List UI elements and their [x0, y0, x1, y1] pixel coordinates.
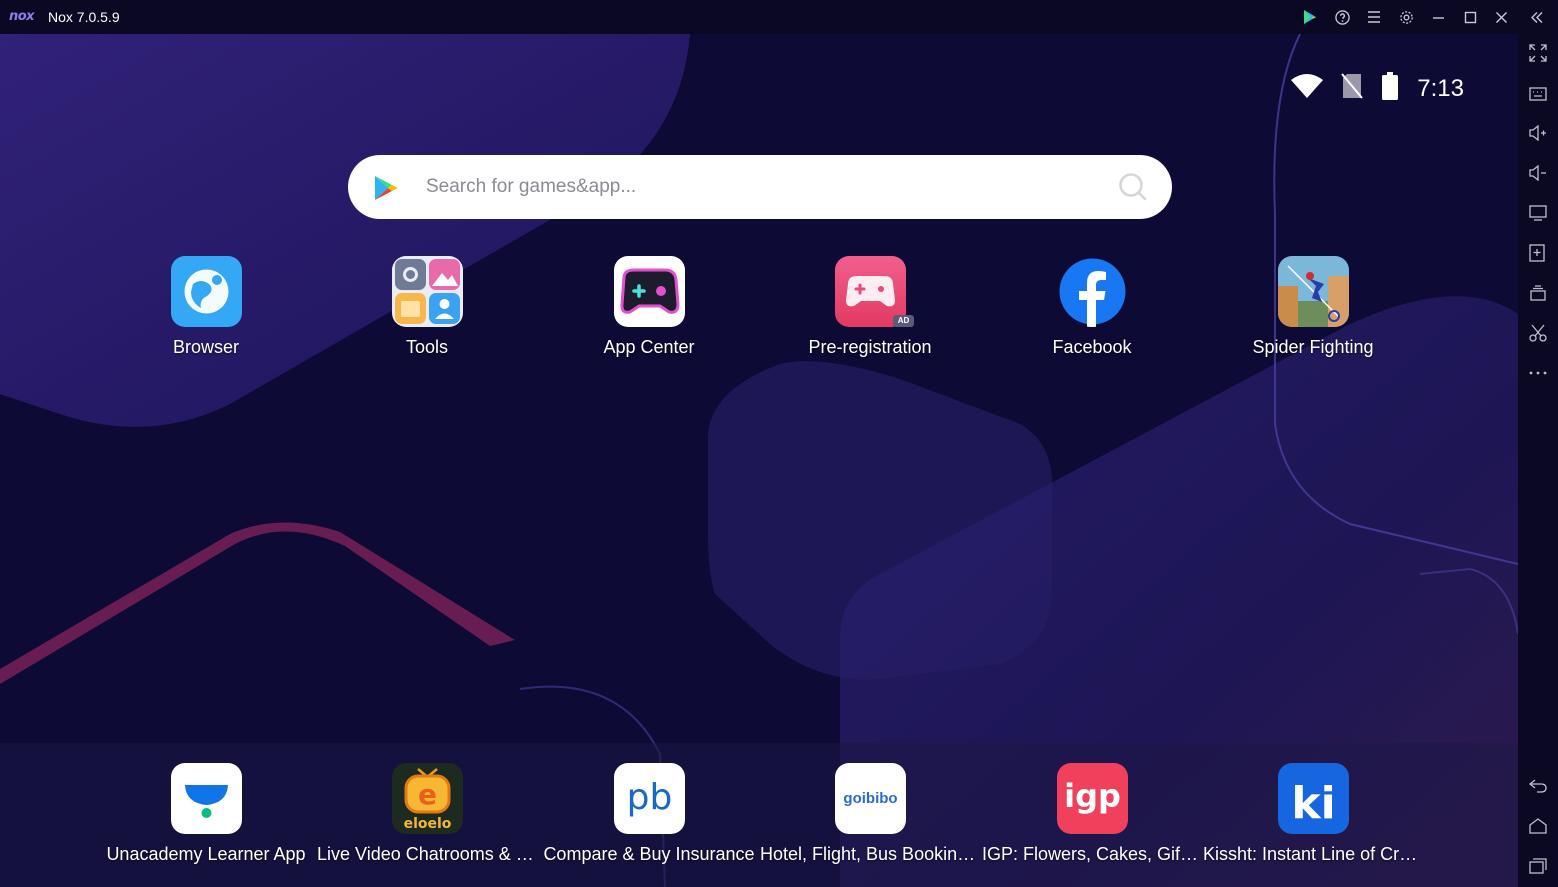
app-tools[interactable]: Tools: [317, 256, 537, 366]
no-sim-icon: [1341, 73, 1364, 104]
help-icon[interactable]: [1332, 7, 1352, 27]
app-label: Pre-registration: [808, 337, 932, 357]
status-bar: 7:13: [1291, 72, 1464, 105]
minimize-icon[interactable]: [1428, 7, 1448, 27]
search-icon[interactable]: [1118, 172, 1148, 202]
menu-icon[interactable]: [1364, 7, 1384, 27]
igp-icon[interactable]: igp: [1057, 763, 1128, 834]
spider-fighting-icon[interactable]: [1278, 256, 1349, 327]
recents-icon[interactable]: [1528, 856, 1548, 876]
goibibo-icon[interactable]: goibibo: [835, 763, 906, 834]
keyboard-icon[interactable]: [1528, 83, 1548, 103]
close-icon[interactable]: [1491, 7, 1511, 27]
screen-icon[interactable]: [1528, 203, 1548, 223]
svg-text:e: e: [418, 778, 437, 811]
play-store-icon[interactable]: [1300, 7, 1320, 27]
ad-badge: AD: [893, 315, 914, 327]
volume-up-icon[interactable]: [1528, 123, 1548, 143]
eloelo-icon-text: eloelo: [404, 816, 452, 832]
igp-icon-text: igp: [1064, 777, 1121, 815]
dock-app-goibibo[interactable]: goibibo Hotel, Flight, Bus Booking A..: [760, 763, 980, 873]
multi-instance-icon[interactable]: [1528, 283, 1548, 303]
app-app-center[interactable]: App Center: [539, 256, 759, 366]
kissht-icon-text: ki: [1291, 778, 1335, 829]
app-label: Live Video Chatrooms & Ga..: [317, 844, 537, 864]
home-icon[interactable]: [1528, 816, 1548, 836]
battery-icon: [1381, 72, 1399, 105]
collapse-sidebar-icon[interactable]: [1527, 7, 1547, 27]
app-browser[interactable]: Browser: [96, 256, 316, 366]
app-label: Facebook: [1052, 337, 1132, 357]
more-icon[interactable]: [1528, 363, 1548, 383]
app-spider-fighting[interactable]: Spider Fighting: [1203, 256, 1423, 366]
fullscreen-icon[interactable]: [1528, 43, 1548, 63]
title-bar: nox Nox 7.0.5.9: [0, 0, 1558, 34]
app-center-icon[interactable]: [614, 256, 685, 327]
nox-logo: nox: [9, 9, 35, 24]
app-label: Hotel, Flight, Bus Booking A..: [760, 844, 980, 864]
back-icon[interactable]: [1528, 776, 1548, 796]
dock-app-kissht[interactable]: ki Kissht: Instant Line of Credit: [1203, 763, 1423, 873]
app-facebook[interactable]: Facebook: [982, 256, 1202, 366]
android-screen: 7:13 Search for games&app... Browser Too…: [0, 34, 1518, 887]
add-apk-icon[interactable]: [1528, 243, 1548, 263]
app-label: App Center: [603, 337, 695, 357]
dock-app-policybazaar[interactable]: pb Compare & Buy Insurance: [539, 763, 759, 873]
play-store-icon[interactable]: [372, 174, 400, 202]
eloelo-icon[interactable]: e eloelo: [392, 763, 463, 834]
wifi-icon: [1291, 74, 1324, 103]
app-label: Kissht: Instant Line of Credit: [1203, 844, 1423, 864]
app-pre-registration[interactable]: AD Pre-registration: [760, 256, 980, 366]
search-bar[interactable]: Search for games&app...: [348, 155, 1172, 219]
maximize-icon[interactable]: [1460, 7, 1480, 27]
app-label: Compare & Buy Insurance: [543, 844, 755, 864]
tools-icon[interactable]: [392, 256, 463, 327]
app-label: Browser: [172, 337, 239, 357]
volume-down-icon[interactable]: [1528, 163, 1548, 183]
dock-app-igp[interactable]: igp IGP: Flowers, Cakes, Gifts A..: [982, 763, 1202, 873]
nox-emulator-window: nox Nox 7.0.5.9 7:13 Search for games&ap…: [0, 0, 1558, 887]
unacademy-icon[interactable]: [171, 763, 242, 834]
policybazaar-icon[interactable]: pb: [614, 763, 685, 834]
app-label: Tools: [405, 337, 449, 357]
dock-app-unacademy[interactable]: Unacademy Learner App: [96, 763, 316, 873]
policybazaar-icon-text: pb: [627, 777, 673, 818]
emulator-sidebar: [1518, 34, 1558, 887]
kissht-icon[interactable]: ki: [1278, 763, 1349, 834]
dock-app-eloelo[interactable]: e eloelo Live Video Chatrooms & Ga..: [317, 763, 537, 873]
search-input[interactable]: Search for games&app...: [426, 176, 636, 198]
app-label: Unacademy Learner App: [106, 844, 306, 864]
browser-icon[interactable]: [171, 256, 242, 327]
facebook-icon[interactable]: [1057, 256, 1128, 327]
status-clock: 7:13: [1417, 74, 1464, 102]
window-title: Nox 7.0.5.9: [48, 9, 120, 25]
screenshot-icon[interactable]: [1528, 323, 1548, 343]
settings-icon[interactable]: [1396, 7, 1416, 27]
app-label: Spider Fighting: [1252, 337, 1374, 357]
app-label: IGP: Flowers, Cakes, Gifts A..: [982, 844, 1202, 864]
